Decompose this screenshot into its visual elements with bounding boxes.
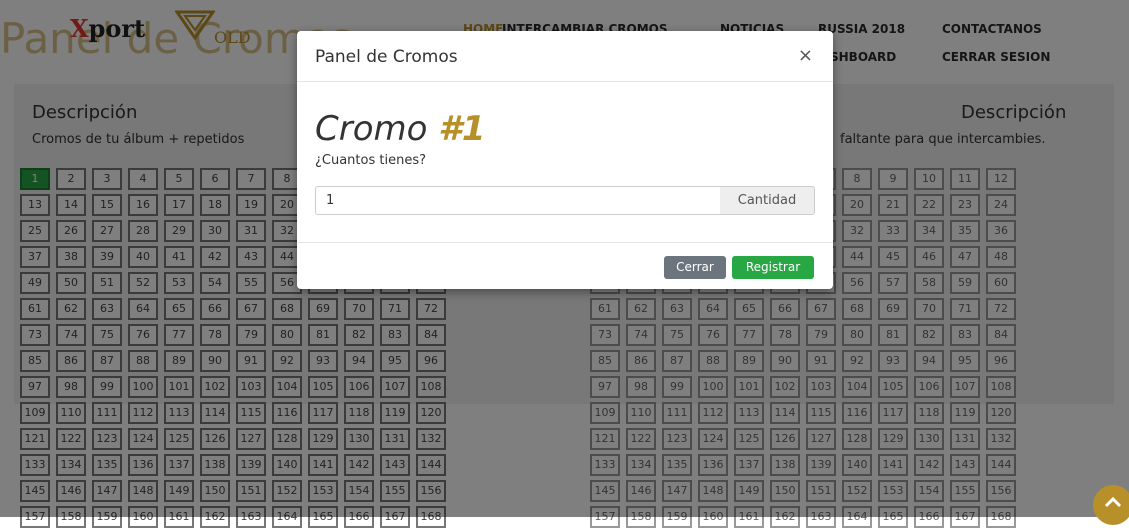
modal-header: Panel de Cromos × <box>297 31 833 82</box>
quantity-input[interactable]: 1 <box>315 186 721 215</box>
modal-title: Panel de Cromos <box>315 47 458 67</box>
quantity-question: ¿Cuantos tienes? <box>315 153 426 168</box>
chevron-up-icon[interactable] <box>1093 485 1129 525</box>
close-icon[interactable]: × <box>798 45 813 66</box>
cromo-heading-prefix: Cromo <box>315 109 439 149</box>
chevron-up-glyph <box>1104 496 1122 508</box>
cromo-modal: Panel de Cromos × Cromo #1 ¿Cuantos tien… <box>297 31 833 289</box>
cerrar-button[interactable]: Cerrar <box>664 256 726 279</box>
cromo-heading: Cromo #1 <box>315 109 486 149</box>
quantity-input-group: 1 Cantidad <box>315 186 816 215</box>
modal-footer: Cerrar Registrar <box>297 242 833 290</box>
quantity-addon: Cantidad <box>720 186 815 215</box>
registrar-button[interactable]: Registrar <box>732 256 814 279</box>
cromo-number: #1 <box>438 109 486 149</box>
